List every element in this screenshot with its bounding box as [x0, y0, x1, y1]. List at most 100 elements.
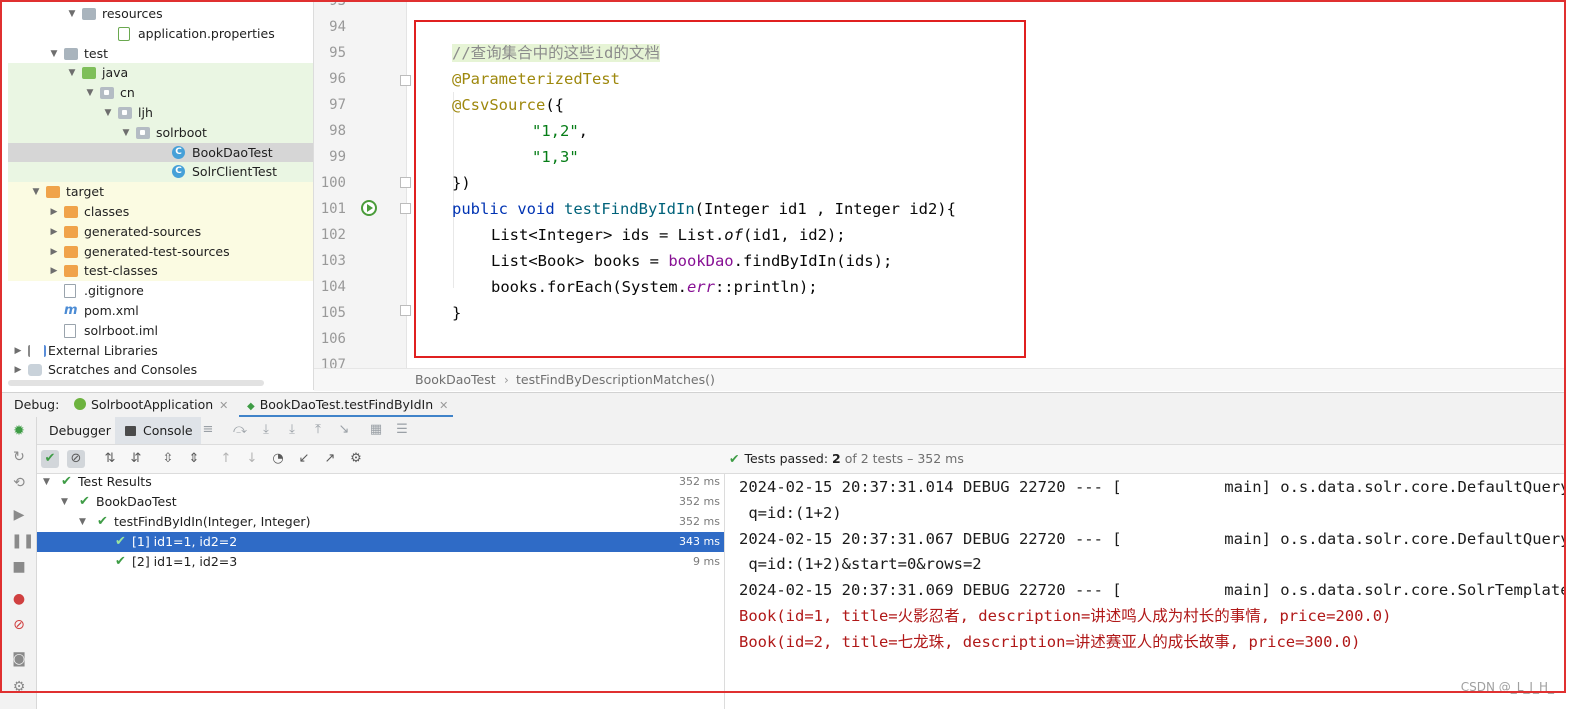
- tree-item[interactable]: ▶ generated-test-sources: [8, 241, 313, 262]
- step-out-icon[interactable]: ⤒: [311, 423, 325, 437]
- debug-bug-icon[interactable]: ✹: [11, 423, 27, 439]
- expand-arrow-icon[interactable]: ▼: [79, 512, 86, 532]
- sort-by-duration-icon[interactable]: ⇵: [127, 450, 145, 468]
- test-result-row[interactable]: ▼ ✔ BookDaoTest 352 ms: [37, 492, 724, 512]
- fold-marker-icon[interactable]: [400, 203, 411, 214]
- tree-item[interactable]: ▼ cn: [8, 83, 313, 104]
- line-number: 100: [320, 175, 346, 191]
- tree-item[interactable]: ▼ java: [8, 63, 313, 84]
- mute-breakpoints-icon[interactable]: ⊘: [11, 617, 27, 633]
- tree-item[interactable]: ▶ External Libraries: [8, 341, 313, 361]
- collapse-arrow-icon[interactable]: ▶: [12, 341, 24, 361]
- fold-marker-icon[interactable]: [400, 177, 411, 188]
- line-number: 107: [320, 357, 346, 368]
- test-history-icon[interactable]: ◔: [269, 450, 287, 468]
- tree-item[interactable]: C BookDaoTest: [8, 142, 313, 163]
- test-results-tree[interactable]: ▼ ✔ Test Results 352 ms ▼ ✔ BookDaoTest 352 ms ▼…: [37, 474, 725, 709]
- tree-item-label: target: [66, 184, 105, 200]
- expand-arrow-icon[interactable]: ▼: [102, 103, 114, 123]
- view-breakpoints-icon[interactable]: ●: [11, 591, 27, 607]
- show-passed-toggle-icon[interactable]: ✔: [41, 450, 59, 468]
- tree-item[interactable]: ▼ resources: [8, 4, 313, 24]
- import-tests-icon[interactable]: ↙: [295, 450, 313, 468]
- code-text: .findByIdIn(ids);: [733, 252, 893, 270]
- next-failed-icon[interactable]: ↓: [243, 450, 261, 468]
- tree-item[interactable]: ▼ ljh: [8, 103, 313, 123]
- tree-item[interactable]: ▶ classes: [8, 202, 313, 222]
- rerun-icon[interactable]: ↻: [11, 449, 27, 465]
- test-result-row[interactable]: ▼ ✔ Test Results 352 ms: [37, 472, 724, 492]
- tab-solrboot-application[interactable]: SolrbootApplication ✕: [74, 393, 228, 417]
- test-result-row[interactable]: ▼ ✔ testFindByIdIn(Integer, Integer) 352 ms: [37, 512, 724, 532]
- console-output[interactable]: 2024-02-15 20:37:31.014 DEBUG 22720 --- …: [725, 474, 1564, 693]
- fold-marker-icon[interactable]: [400, 75, 411, 86]
- fold-marker-icon[interactable]: [400, 305, 411, 316]
- tree-item[interactable]: solrboot.iml: [8, 321, 313, 341]
- resume-icon[interactable]: ▶: [11, 507, 27, 523]
- evaluate-icon[interactable]: ▦: [369, 423, 383, 437]
- close-icon[interactable]: ✕: [439, 399, 448, 412]
- expand-arrow-icon[interactable]: ▼: [66, 4, 78, 24]
- collapse-arrow-icon[interactable]: ▶: [48, 261, 60, 281]
- camera-icon[interactable]: ◙: [11, 651, 27, 667]
- tree-item[interactable]: ▶ test-classes: [8, 261, 313, 282]
- collapse-arrow-icon[interactable]: ▶: [12, 360, 24, 378]
- tree-item[interactable]: ▶ Scratches and Consoles: [8, 360, 313, 378]
- tree-item[interactable]: ▶ generated-sources: [8, 221, 313, 242]
- code-line-103: List<Book> books = bookDao.findByIdIn(id…: [491, 248, 892, 274]
- tree-item-label: Scratches and Consoles: [48, 362, 198, 378]
- maven-icon: m: [64, 303, 78, 318]
- previous-failed-icon[interactable]: ↑: [217, 450, 235, 468]
- expand-arrow-icon[interactable]: ▼: [61, 492, 68, 512]
- export-tests-icon[interactable]: ↗: [321, 450, 339, 468]
- run-test-gutter-icon[interactable]: [361, 200, 377, 216]
- modify-run-icon[interactable]: ⟲: [11, 475, 27, 491]
- test-result-row[interactable]: ✔ [1] id1=1, id2=2 343 ms: [37, 532, 724, 552]
- tree-item[interactable]: m pom.xml: [8, 301, 313, 321]
- pause-icon[interactable]: ❚❚: [11, 533, 34, 549]
- tree-item[interactable]: .gitignore: [8, 281, 313, 301]
- tab-bookdaotest-testfindbyidin[interactable]: ◆ BookDaoTest.testFindByIdIn ✕: [247, 393, 448, 417]
- expand-arrow-icon[interactable]: ▼: [48, 44, 60, 64]
- test-duration: 343 ms: [679, 535, 720, 548]
- expand-all-icon[interactable]: ⇳: [159, 450, 177, 468]
- code-text: (id1, id2);: [742, 226, 846, 244]
- step-over-icon[interactable]: ⤼: [233, 423, 247, 437]
- tab-console[interactable]: Console: [115, 417, 201, 444]
- show-ignored-toggle-icon[interactable]: ⊘: [67, 450, 85, 468]
- settings-gear-icon[interactable]: ⚙: [11, 679, 27, 695]
- sort-alphabetically-icon[interactable]: ⇅: [101, 450, 119, 468]
- tree-item[interactable]: ▼ target: [8, 182, 313, 203]
- breadcrumb-method[interactable]: testFindByDescriptionMatches(): [516, 369, 715, 391]
- expand-arrow-icon[interactable]: ▼: [66, 63, 78, 83]
- tab-debugger[interactable]: Debugger: [41, 417, 119, 444]
- tree-item-label: application.properties: [138, 25, 275, 41]
- breadcrumb-class[interactable]: BookDaoTest: [415, 369, 496, 391]
- collapse-all-icon[interactable]: ⇕: [185, 450, 203, 468]
- tree-item[interactable]: ▼ solrboot: [8, 122, 313, 143]
- tree-item[interactable]: application.properties: [8, 24, 313, 44]
- tree-item[interactable]: ▼ test: [8, 44, 313, 64]
- expand-arrow-icon[interactable]: ▼: [84, 83, 96, 103]
- run-to-cursor-icon[interactable]: ↘: [337, 423, 351, 437]
- settings-gear-icon[interactable]: ⚙: [347, 450, 365, 468]
- code-keyword: public: [452, 200, 508, 218]
- step-into-icon[interactable]: ⤓: [259, 423, 273, 437]
- tree-item[interactable]: C SolrClientTest: [8, 162, 313, 183]
- menu-icon[interactable]: ≡: [201, 423, 215, 437]
- expand-arrow-icon[interactable]: ▼: [120, 123, 132, 143]
- expand-arrow-icon[interactable]: ▼: [43, 472, 50, 492]
- stop-icon[interactable]: ■: [11, 559, 27, 575]
- collapse-arrow-icon[interactable]: ▶: [48, 242, 60, 262]
- collapse-arrow-icon[interactable]: ▶: [48, 202, 60, 222]
- force-step-into-icon[interactable]: ⤓: [285, 423, 299, 437]
- trace-icon[interactable]: ☰: [395, 423, 409, 437]
- close-icon[interactable]: ✕: [219, 399, 228, 412]
- project-tree-scrollbar[interactable]: [8, 380, 264, 386]
- code-editor[interactable]: 93 94 95 96 97 98 99 100 101 102 103 104 105 106 107 /…: [314, 0, 1564, 368]
- tree-item-label: External Libraries: [48, 342, 158, 358]
- test-result-row[interactable]: ✔ [2] id1=1, id2=3 9 ms: [37, 552, 724, 572]
- expand-arrow-icon[interactable]: ▼: [30, 182, 42, 202]
- project-tree[interactable]: ▼ resources application.properties ▼ test ▼ ja…: [8, 0, 313, 378]
- collapse-arrow-icon[interactable]: ▶: [48, 222, 60, 242]
